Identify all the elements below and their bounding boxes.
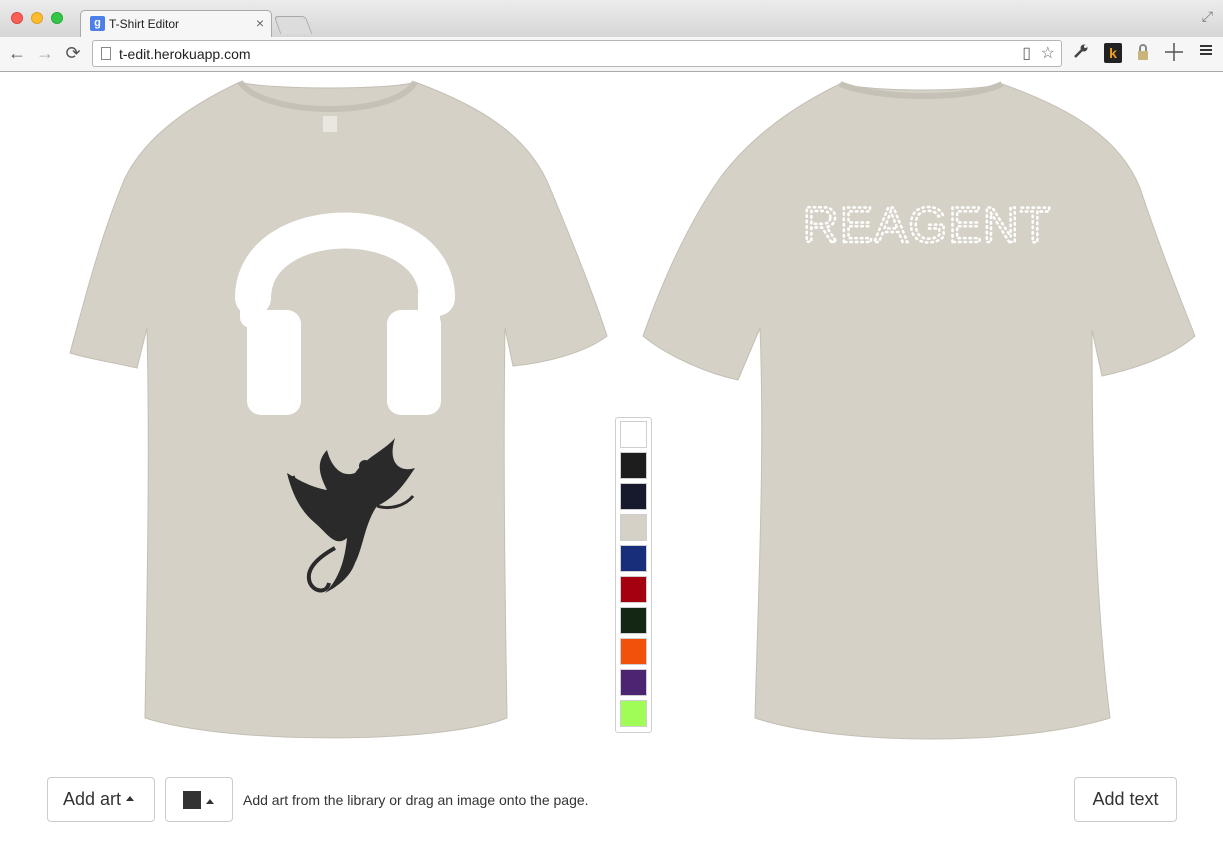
help-text: Add art from the library or drag an imag… xyxy=(243,792,589,808)
swatch-orange[interactable] xyxy=(620,638,647,665)
swatch-black[interactable] xyxy=(620,452,647,479)
swatch-white[interactable] xyxy=(620,421,647,448)
tshirt-back[interactable]: REAGENT xyxy=(640,78,1200,748)
shirt-label-icon xyxy=(323,116,337,132)
lock-extension-icon[interactable] xyxy=(1134,43,1154,63)
close-window-button[interactable] xyxy=(11,12,23,24)
swatch-natural[interactable] xyxy=(620,514,647,541)
tshirt-front[interactable] xyxy=(65,78,610,748)
reload-button[interactable]: ⟳ xyxy=(61,41,85,65)
ink-color-swatch xyxy=(183,791,201,809)
forward-button[interactable]: → xyxy=(33,41,57,65)
url-text[interactable]: t-edit.herokuapp.com xyxy=(119,46,251,62)
swatch-forest[interactable] xyxy=(620,607,647,634)
add-text-label: Add text xyxy=(1092,789,1159,809)
swatch-purple[interactable] xyxy=(620,669,647,696)
zoom-window-button[interactable] xyxy=(51,12,63,24)
crosshair-icon[interactable] xyxy=(1164,43,1184,63)
wrench-icon[interactable] xyxy=(1071,43,1091,63)
back-button[interactable]: ← xyxy=(5,41,29,65)
browser-titlebar: g T-Shirt Editor × ⤢ xyxy=(0,0,1223,37)
browser-toolbar: ← → ⟳ t-edit.herokuapp.com ▯ ☆ k xyxy=(0,37,1223,72)
ink-color-button[interactable] xyxy=(165,777,233,822)
k-extension-icon[interactable]: k xyxy=(1104,43,1122,63)
swatch-royal-blue[interactable] xyxy=(620,545,647,572)
browser-tab[interactable]: g T-Shirt Editor × xyxy=(80,10,272,37)
expand-icon[interactable]: ⤢ xyxy=(1202,8,1213,25)
swatch-navy-black[interactable] xyxy=(620,483,647,510)
tab-title: T-Shirt Editor xyxy=(109,17,180,31)
tab-close-icon[interactable]: × xyxy=(256,15,264,31)
favicon-icon: g xyxy=(90,16,105,31)
menu-icon[interactable] xyxy=(1196,43,1216,63)
shirt-color-palette xyxy=(615,417,652,733)
add-art-button[interactable]: Add art xyxy=(47,777,155,822)
add-text-button[interactable]: Add text xyxy=(1074,777,1177,822)
swatch-lime[interactable] xyxy=(620,700,647,727)
page-icon xyxy=(101,47,111,60)
swatch-red[interactable] xyxy=(620,576,647,603)
caret-up-icon xyxy=(126,796,135,802)
minimize-window-button[interactable] xyxy=(31,12,43,24)
add-art-label: Add art xyxy=(63,789,122,809)
caret-up-icon xyxy=(206,799,214,804)
reader-icon[interactable]: ▯ xyxy=(1022,45,1031,63)
star-icon[interactable]: ☆ xyxy=(1041,45,1055,63)
back-text-reagent[interactable]: REAGENT xyxy=(801,196,1052,255)
address-bar[interactable]: t-edit.herokuapp.com ▯ ☆ xyxy=(92,40,1062,67)
new-tab-button[interactable] xyxy=(273,16,313,34)
